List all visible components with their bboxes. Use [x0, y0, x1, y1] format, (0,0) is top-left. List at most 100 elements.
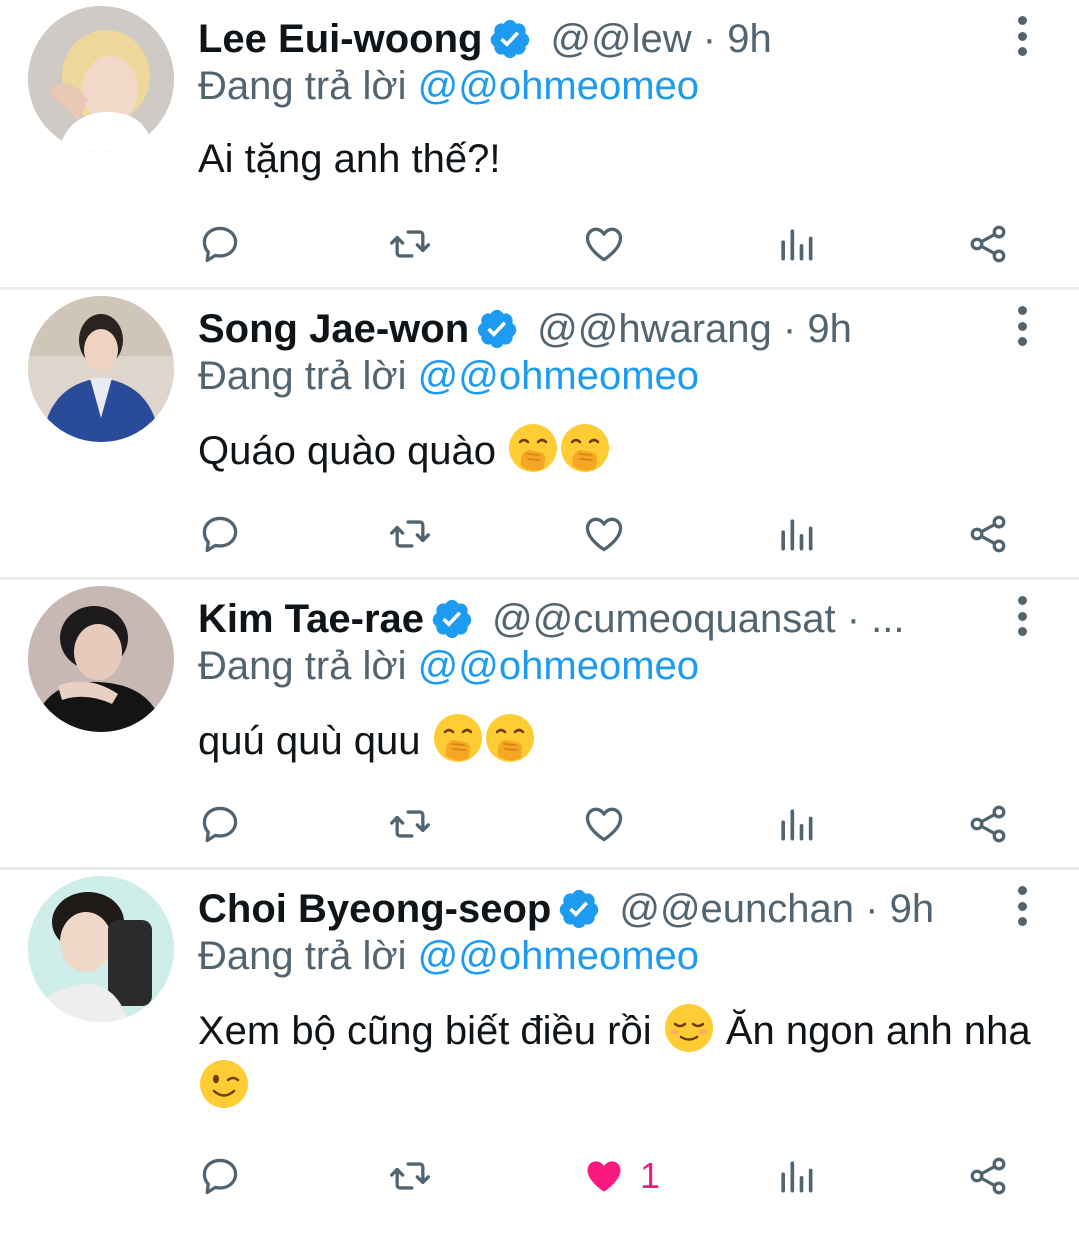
reply-bubble-icon: [198, 1154, 242, 1198]
stats-button[interactable]: [774, 1148, 818, 1204]
like-count: 1: [640, 1155, 661, 1196]
action-bar: [0, 506, 1079, 562]
reply-tweet[interactable]: Kim Tae-rae @@cumeoquansat · ... Đang tr…: [0, 580, 1079, 870]
retweet-icon: [388, 1154, 432, 1198]
tweet-text-content: quú quù quu: [198, 719, 421, 763]
reply-button[interactable]: [198, 216, 242, 272]
more-vertical-icon[interactable]: [1007, 306, 1037, 346]
handle-and-time: @@eunchan · 9h: [619, 886, 935, 931]
like-button[interactable]: [582, 506, 626, 562]
replying-to: Đang trả lời @@ohmeomeo: [198, 934, 699, 979]
verified-badge-icon: [430, 597, 474, 641]
verified-badge-icon: [488, 17, 532, 61]
retweet-button[interactable]: [388, 796, 432, 852]
verified-badge-icon: [475, 307, 519, 351]
display-name[interactable]: Lee Eui-woong: [198, 17, 482, 62]
hand-over-mouth-emoji-icon: [559, 422, 611, 474]
tweet-text: Ai tặng anh thế?!: [198, 132, 1049, 186]
like-button[interactable]: [582, 796, 626, 852]
more-vertical-icon[interactable]: [1007, 596, 1037, 636]
handle-and-time: @@cumeoquansat · ...: [492, 596, 905, 641]
more-vertical-icon[interactable]: [1007, 16, 1037, 56]
analytics-bars-icon: [774, 1154, 818, 1198]
retweet-icon: [388, 512, 432, 556]
replying-to: Đang trả lời @@ohmeomeo: [198, 644, 699, 689]
display-name[interactable]: Song Jae-won: [198, 307, 469, 352]
replying-label: Đang trả lời: [198, 64, 407, 108]
share-icon: [966, 802, 1010, 846]
analytics-bars-icon: [774, 222, 818, 266]
retweet-button[interactable]: [388, 1148, 432, 1204]
analytics-bars-icon: [774, 512, 818, 556]
heart-filled-icon: [582, 1154, 626, 1198]
tweet-text-part1: Xem bộ cũng biết điều rồi: [198, 1009, 652, 1053]
winking-face-emoji-icon: [198, 1058, 250, 1110]
reply-tweet[interactable]: Song Jae-won @@hwarang · 9h Đang trả lời…: [0, 290, 1079, 580]
replying-to: Đang trả lời @@ohmeomeo: [198, 64, 699, 109]
handle-and-time: @@hwarang · 9h: [537, 306, 852, 351]
hand-over-mouth-emoji-icon: [432, 712, 484, 764]
reply-bubble-icon: [198, 802, 242, 846]
reply-button[interactable]: [198, 506, 242, 562]
heart-icon: [582, 512, 626, 556]
mention-link[interactable]: @@ohmeomeo: [418, 64, 699, 108]
mention-link[interactable]: @@ohmeomeo: [418, 934, 699, 978]
share-icon: [966, 1154, 1010, 1198]
like-button[interactable]: [582, 216, 626, 272]
avatar[interactable]: [28, 586, 174, 732]
share-icon: [966, 222, 1010, 266]
share-button[interactable]: [966, 1148, 1010, 1204]
like-button[interactable]: 1: [582, 1148, 660, 1204]
handle-and-time: @@lew · 9h: [550, 16, 772, 61]
avatar[interactable]: [28, 296, 174, 442]
avatar[interactable]: [28, 6, 174, 152]
reply-bubble-icon: [198, 512, 242, 556]
mention-link[interactable]: @@ohmeomeo: [418, 354, 699, 398]
stats-button[interactable]: [774, 216, 818, 272]
heart-icon: [582, 802, 626, 846]
stats-button[interactable]: [774, 506, 818, 562]
display-name[interactable]: Kim Tae-rae: [198, 597, 424, 642]
reply-tweet[interactable]: Choi Byeong-seop @@eunchan · 9h Đang trả…: [0, 870, 1079, 1207]
display-name[interactable]: Choi Byeong-seop: [198, 887, 551, 932]
reply-feed: Lee Eui-woong @@lew · 9h Đang trả lời @@…: [0, 0, 1079, 1207]
avatar[interactable]: [28, 876, 174, 1022]
tweet-text: Xem bộ cũng biết điều rồi Ăn ngon anh nh…: [198, 1002, 1049, 1114]
share-icon: [966, 512, 1010, 556]
heart-icon: [582, 222, 626, 266]
retweet-button[interactable]: [388, 216, 432, 272]
more-vertical-icon[interactable]: [1007, 886, 1037, 926]
tweet-header: Choi Byeong-seop @@eunchan · 9h: [198, 882, 979, 936]
tweet-text-content: Quáo quào quào: [198, 429, 497, 473]
share-button[interactable]: [966, 506, 1010, 562]
tweet-header: Kim Tae-rae @@cumeoquansat · ...: [198, 592, 979, 646]
reply-tweet[interactable]: Lee Eui-woong @@lew · 9h Đang trả lời @@…: [0, 0, 1079, 290]
action-bar: [0, 216, 1079, 272]
verified-badge-icon: [557, 887, 601, 931]
reply-button[interactable]: [198, 796, 242, 852]
action-bar: [0, 796, 1079, 852]
mention-link[interactable]: @@ohmeomeo: [418, 644, 699, 688]
tweet-text-content: Ai tặng anh thế?!: [198, 137, 501, 181]
tweet-text: Quáo quào quào: [198, 422, 1049, 478]
relieved-face-emoji-icon: [663, 1002, 715, 1054]
replying-label: Đang trả lời: [198, 934, 407, 978]
hand-over-mouth-emoji-icon: [484, 712, 536, 764]
action-bar: 1: [0, 1148, 1079, 1204]
share-button[interactable]: [966, 796, 1010, 852]
reply-button[interactable]: [198, 1148, 242, 1204]
retweet-icon: [388, 222, 432, 266]
reply-bubble-icon: [198, 222, 242, 266]
share-button[interactable]: [966, 216, 1010, 272]
tweet-header: Song Jae-won @@hwarang · 9h: [198, 302, 979, 356]
replying-to: Đang trả lời @@ohmeomeo: [198, 354, 699, 399]
analytics-bars-icon: [774, 802, 818, 846]
tweet-text-part2: Ăn ngon anh nha: [725, 1009, 1031, 1053]
retweet-icon: [388, 802, 432, 846]
replying-label: Đang trả lời: [198, 644, 407, 688]
stats-button[interactable]: [774, 796, 818, 852]
retweet-button[interactable]: [388, 506, 432, 562]
tweet-text: quú quù quu: [198, 712, 1049, 768]
tweet-header: Lee Eui-woong @@lew · 9h: [198, 12, 979, 66]
hand-over-mouth-emoji-icon: [507, 422, 559, 474]
